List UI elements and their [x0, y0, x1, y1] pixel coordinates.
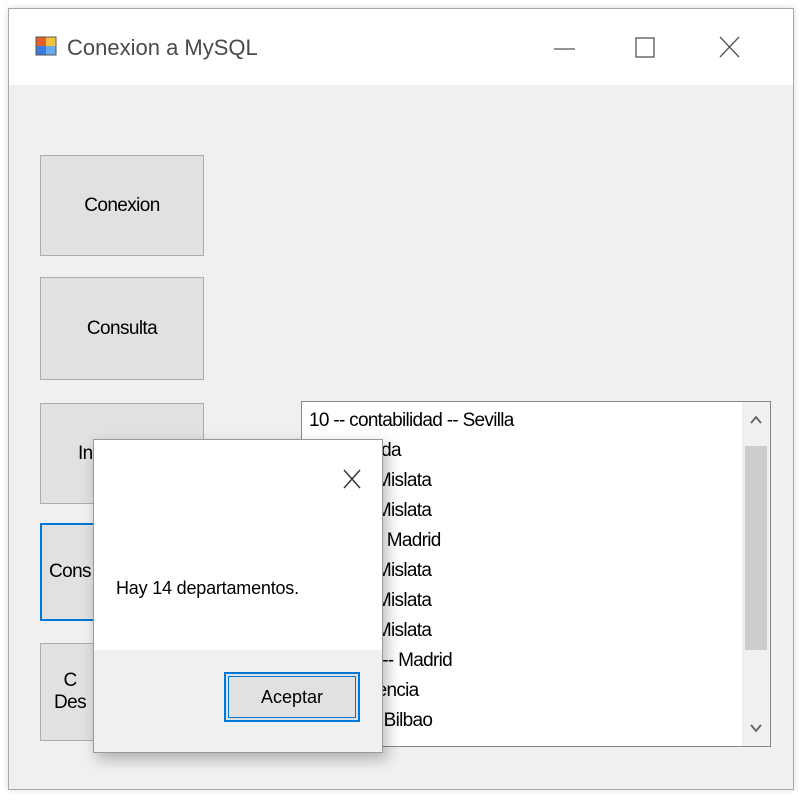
- message-dialog: Hay 14 departamentos. Aceptar: [93, 439, 383, 753]
- title-bar[interactable]: Conexion a MySQL: [9, 9, 793, 85]
- close-button[interactable]: [705, 27, 755, 67]
- disconnect-button-label-line1: C: [63, 670, 77, 692]
- vertical-scrollbar[interactable]: [742, 402, 770, 746]
- dialog-message: Hay 14 departamentos.: [116, 578, 299, 598]
- window-title: Conexion a MySQL: [67, 35, 258, 60]
- consulta-button[interactable]: Consulta: [40, 277, 204, 380]
- scroll-up-button[interactable]: [742, 402, 770, 436]
- ok-button[interactable]: Aceptar: [224, 672, 360, 722]
- maximize-icon: [635, 37, 655, 58]
- maximize-button[interactable]: [620, 27, 670, 67]
- app-icon: [35, 36, 57, 56]
- main-window: Conexion a MySQL Conexion Consulta In Co…: [8, 8, 794, 790]
- chevron-up-icon: [750, 415, 762, 424]
- count-button-label: Cons: [49, 561, 92, 583]
- ok-button-label: Aceptar: [260, 686, 324, 707]
- dialog-close-button[interactable]: [332, 460, 372, 500]
- insert-button-label: In: [78, 442, 93, 464]
- list-item[interactable]: 10 -- contabilidad -- Sevilla: [309, 406, 740, 436]
- chevron-down-icon: [750, 724, 762, 733]
- dialog-body: Hay 14 departamentos.: [94, 440, 382, 650]
- conexion-button-label: Conexion: [84, 194, 160, 216]
- close-icon: [343, 469, 361, 489]
- scroll-thumb[interactable]: [745, 446, 767, 650]
- minimize-button[interactable]: [539, 27, 589, 67]
- conexion-button[interactable]: Conexion: [40, 155, 204, 256]
- close-icon: [719, 36, 740, 58]
- consulta-button-label: Consulta: [86, 317, 158, 339]
- minimize-icon: [554, 48, 575, 50]
- scroll-down-button[interactable]: [742, 712, 770, 746]
- disconnect-button-label-line2: Des: [54, 692, 87, 713]
